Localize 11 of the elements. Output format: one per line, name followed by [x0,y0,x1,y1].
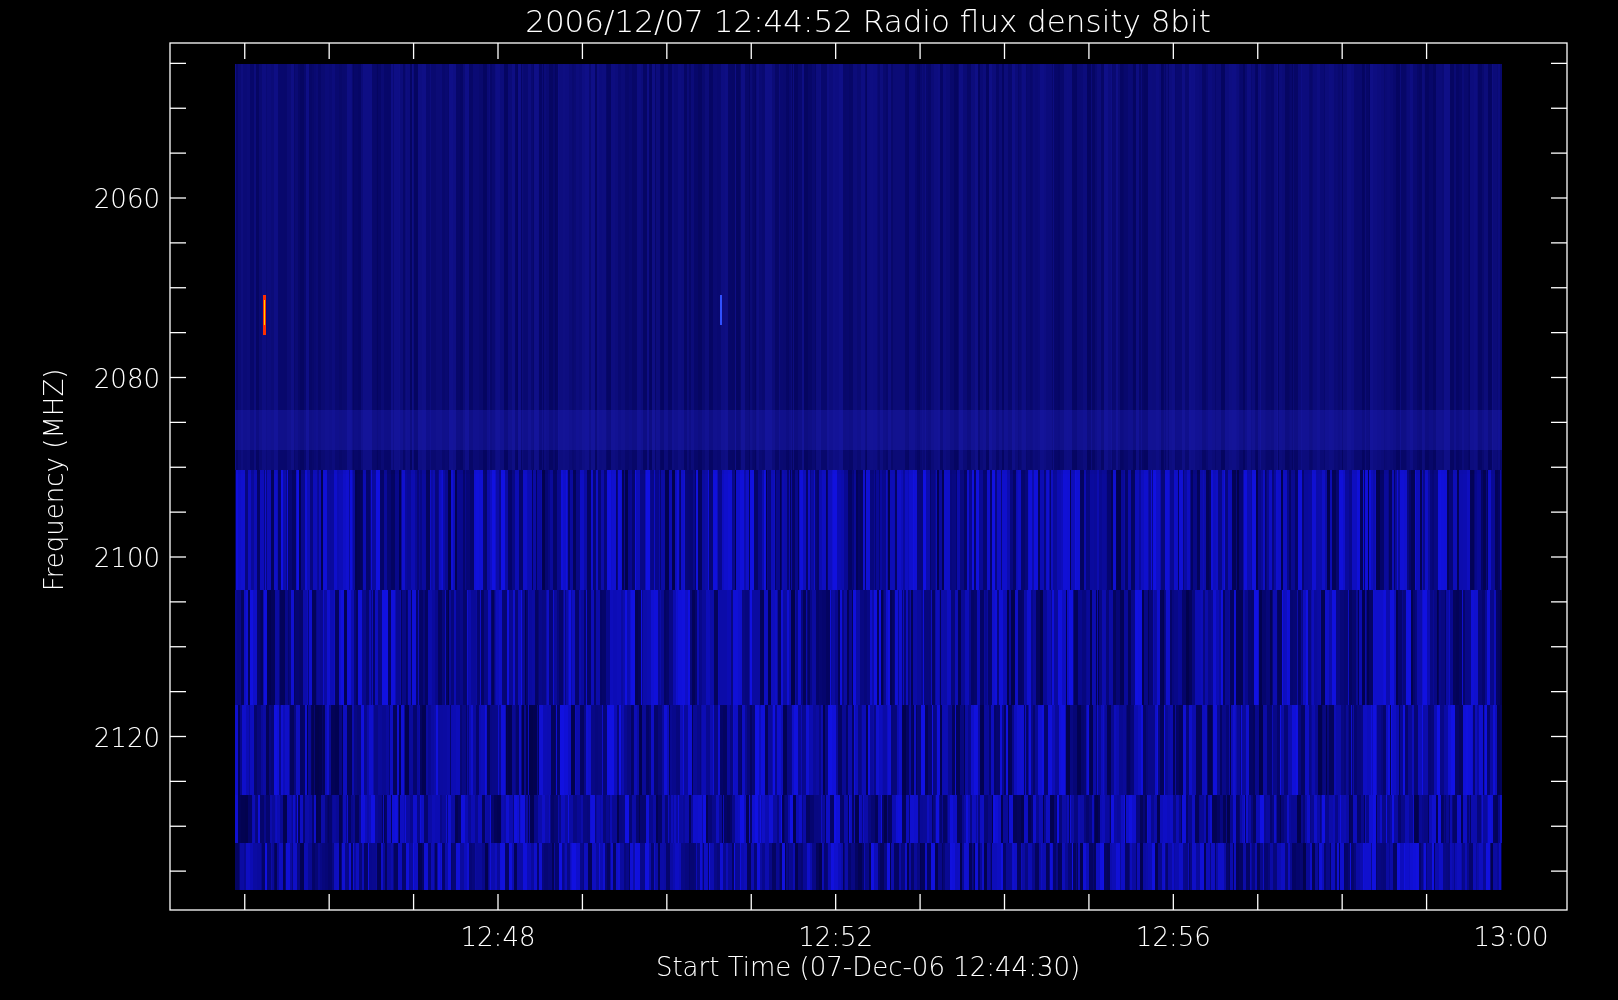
x-tick-label: 12:56 [1135,922,1211,952]
x-tick-label: 12:48 [460,922,536,952]
y-axis-label: Frequency (MHZ) [39,368,69,592]
y-tick-label: 2060 [93,184,160,214]
chart-title: 2006/12/07 12:44:52 Radio flux density 8bit [525,3,1211,39]
y-tick-label: 2120 [93,722,160,753]
y-tick-label: 2100 [93,543,160,573]
x-tick-label: 12:52 [798,922,874,952]
x-tick-label: 13:00 [1473,922,1549,952]
x-axis-label: Start Time (07-Dec-06 12:44:30) [655,952,1081,982]
y-tick-label: 2080 [93,363,160,394]
